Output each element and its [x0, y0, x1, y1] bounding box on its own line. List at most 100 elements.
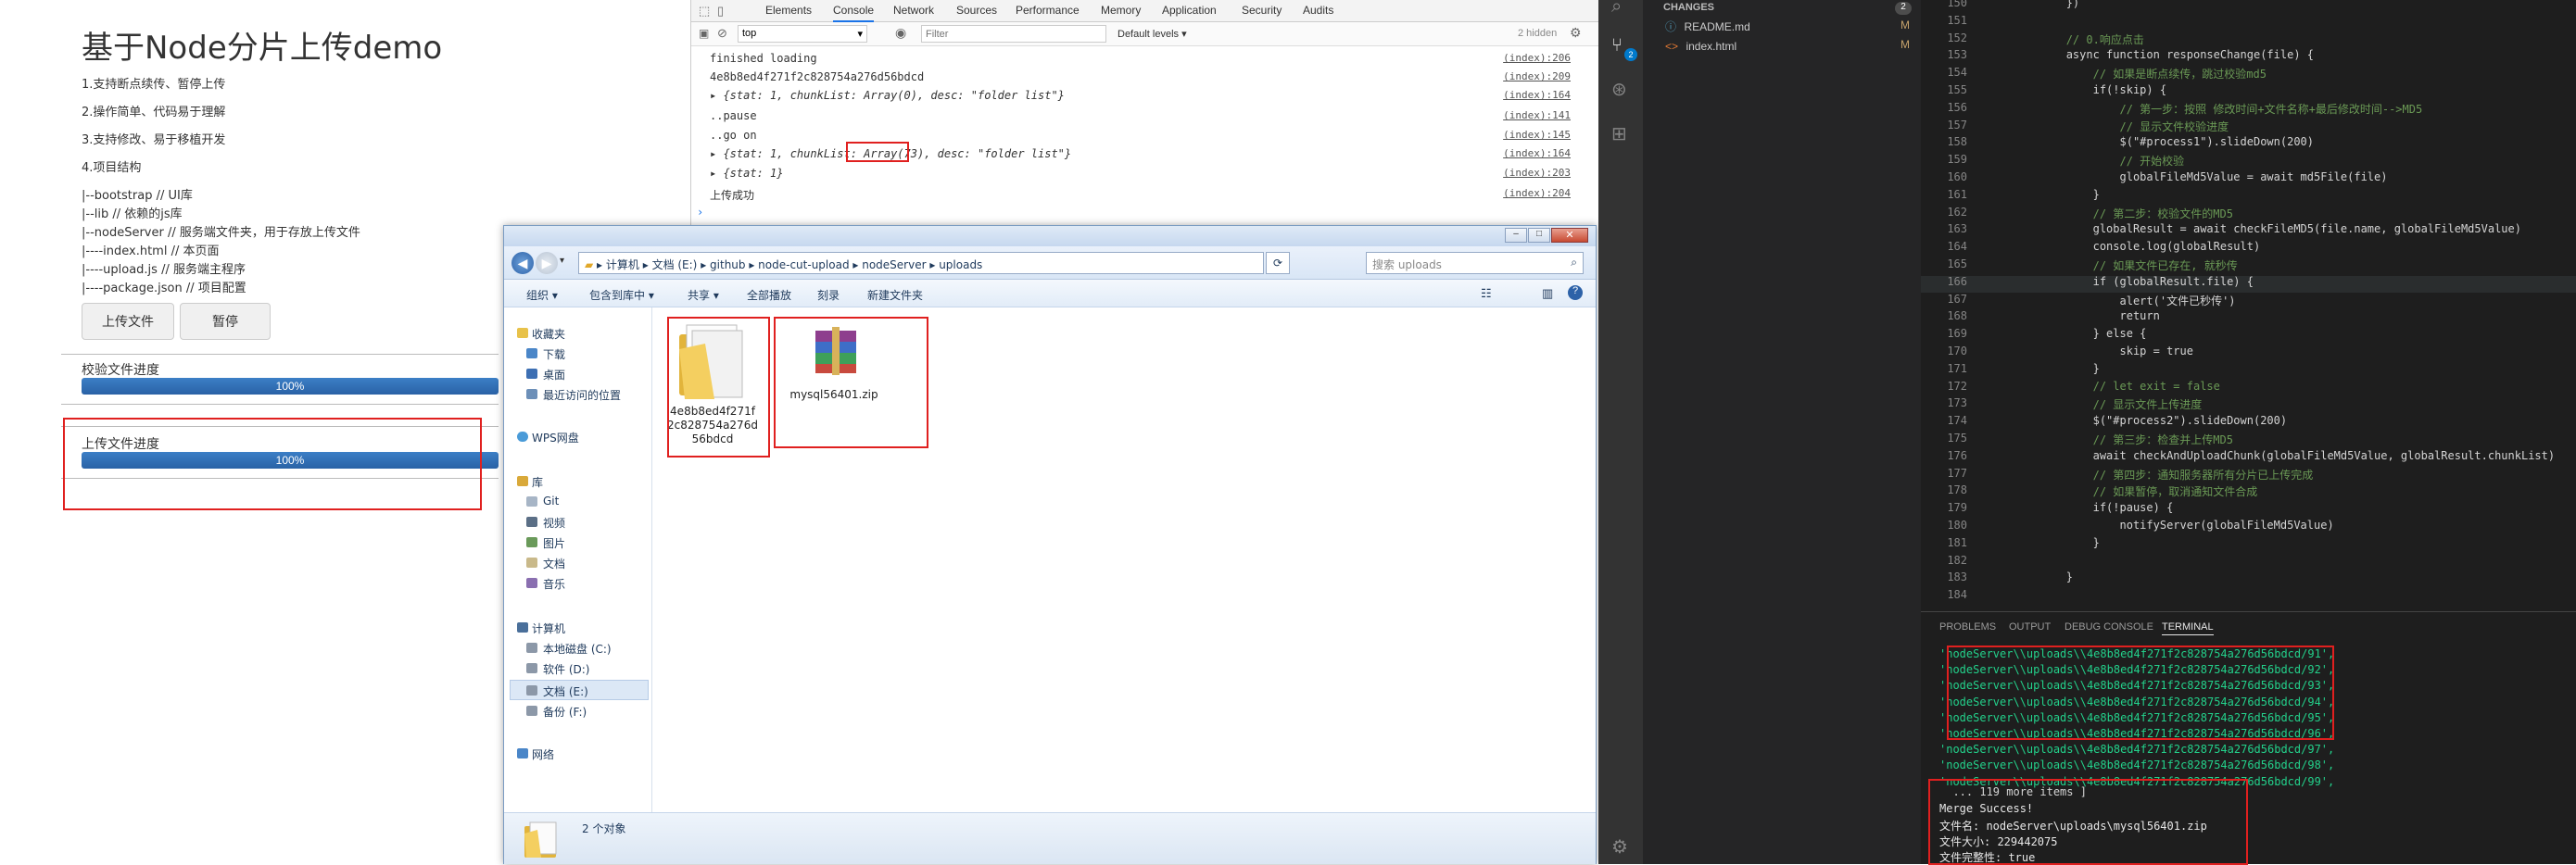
console-source-link[interactable]: (index):164	[1503, 147, 1571, 159]
context-select[interactable]: top ▾	[738, 25, 867, 43]
inspect-icon[interactable]: ⬚	[699, 4, 710, 19]
refresh-icon[interactable]: ⟳	[1266, 252, 1290, 274]
breadcrumb-item[interactable]: github	[710, 258, 745, 271]
feature-item: 3.支持修改、易于移植开发	[82, 133, 226, 147]
vscode-activity-bar: ⌕ ⑂ 2 ⊛ ⊞ ⚙	[1598, 0, 1643, 864]
nav-item-downloads[interactable]: 下载	[543, 346, 565, 362]
modified-status: M	[1900, 19, 1910, 31]
changes-header[interactable]: CHANGES	[1663, 2, 1714, 13]
console-line: 4e8b8ed4f271f2c828754a276d56bdcd	[710, 70, 925, 83]
nav-item-pictures[interactable]: 图片	[543, 535, 565, 551]
nav-item-computer[interactable]: 计算机	[532, 621, 565, 636]
pause-button[interactable]: 暂停	[180, 303, 271, 340]
console-source-link[interactable]: (index):204	[1503, 187, 1571, 199]
debug-icon[interactable]: ⊛	[1611, 78, 1627, 101]
feature-item: 4.项目结构	[82, 161, 142, 175]
tab-performance[interactable]: Performance	[1016, 4, 1080, 17]
console-source-link[interactable]: (index):203	[1503, 167, 1571, 179]
nav-item-wps-drive[interactable]: WPS网盘	[532, 430, 579, 445]
tab-sources[interactable]: Sources	[956, 4, 997, 17]
nav-item-drive-e[interactable]: 文档 (E:)	[543, 683, 588, 699]
line-number: 168	[1947, 309, 1967, 323]
tab-problems[interactable]: PROBLEMS	[1939, 621, 1996, 633]
tab-output[interactable]: OUTPUT	[2009, 621, 2051, 633]
upload-file-button[interactable]: 上传文件	[82, 303, 174, 340]
new-folder-button[interactable]: 新建文件夹	[867, 287, 923, 303]
back-icon[interactable]: ◀	[511, 252, 534, 274]
maximize-button[interactable]: □	[1528, 228, 1550, 243]
breadcrumb-item[interactable]: 文档 (E:)	[652, 258, 698, 271]
info-icon: ⓘ	[1665, 20, 1677, 33]
console-source-link[interactable]: (index):206	[1503, 52, 1571, 64]
code-line: }	[1986, 535, 2100, 549]
tab-audits[interactable]: Audits	[1303, 4, 1333, 17]
tab-debug-console[interactable]: DEBUG CONSOLE	[2065, 621, 2153, 633]
extensions-icon[interactable]: ⊞	[1611, 122, 1627, 145]
page-title: 基于Node分片上传demo	[82, 30, 443, 67]
nav-item-drive-c[interactable]: 本地磁盘 (C:)	[543, 641, 612, 657]
nav-item-desktop[interactable]: 桌面	[543, 367, 565, 382]
search-input[interactable]: 搜索 uploads ⌕	[1366, 252, 1584, 274]
breadcrumb-item[interactable]: 计算机	[606, 258, 639, 271]
tab-elements[interactable]: Elements	[765, 4, 812, 17]
verify-progress-label: 校验文件进度	[82, 363, 159, 378]
gear-icon[interactable]: ⚙	[1570, 25, 1582, 41]
console-source-link[interactable]: (index):141	[1503, 109, 1571, 121]
nav-item-libraries[interactable]: 库	[532, 474, 543, 490]
gear-icon[interactable]: ⚙	[1611, 835, 1628, 859]
minimize-button[interactable]: –	[1505, 228, 1527, 243]
console-source-link[interactable]: (index):145	[1503, 129, 1571, 141]
nav-item-videos[interactable]: 视频	[543, 515, 565, 531]
console-object-line[interactable]: ▸ {stat: 1, chunkList: Array(0), desc: "…	[710, 89, 1065, 102]
console-prompt[interactable]: ›	[697, 206, 703, 219]
divider	[61, 404, 499, 405]
organize-menu[interactable]: 组织 ▾	[526, 287, 558, 303]
nav-item-git[interactable]: Git	[543, 495, 559, 508]
console-source-link[interactable]: (index):164	[1503, 89, 1571, 101]
tab-terminal[interactable]: TERMINAL	[2162, 621, 2214, 635]
tab-security[interactable]: Security	[1242, 4, 1282, 17]
view-options-icon[interactable]: ☷	[1481, 286, 1492, 301]
close-button[interactable]: ✕	[1551, 228, 1588, 243]
nav-item-music[interactable]: 音乐	[543, 576, 565, 592]
console-source-link[interactable]: (index):209	[1503, 70, 1571, 82]
line-number: 161	[1947, 187, 1967, 201]
source-control-icon[interactable]: ⑂	[1611, 35, 1623, 56]
breadcrumb-item[interactable]: nodeServer	[862, 258, 926, 271]
tab-console[interactable]: Console	[833, 4, 875, 22]
console-object-line[interactable]: ▸ {stat: 1}	[710, 167, 783, 180]
forward-icon[interactable]: ▶	[536, 252, 558, 274]
preview-pane-icon[interactable]: ▥	[1542, 286, 1553, 301]
nav-item-drive-d[interactable]: 软件 (D:)	[543, 661, 589, 677]
breadcrumb[interactable]: ▰ ▸ 计算机 ▸ 文档 (E:) ▸ github ▸ node-cut-up…	[578, 252, 1264, 274]
tab-network[interactable]: Network	[893, 4, 934, 17]
include-in-library-menu[interactable]: 包含到库中 ▾	[589, 287, 654, 303]
eye-icon[interactable]: ◉	[895, 25, 906, 41]
tab-memory[interactable]: Memory	[1101, 4, 1141, 17]
console-filter-input[interactable]	[921, 25, 1106, 43]
share-menu[interactable]: 共享 ▾	[688, 287, 719, 303]
changed-file[interactable]: <> index.html M	[1665, 38, 1915, 56]
help-icon[interactable]: ?	[1568, 285, 1583, 300]
search-icon[interactable]: ⌕	[1611, 0, 1622, 18]
folder-icon: ▰	[585, 258, 594, 271]
log-levels-select[interactable]: Default levels ▾	[1118, 28, 1187, 40]
nav-item-drive-f[interactable]: 备份 (F:)	[543, 704, 587, 720]
cloud-icon	[517, 432, 528, 442]
drive-icon	[526, 643, 537, 653]
code-editor[interactable]: 150 }) 151 152 // 0.响应点击 153 async function…	[1921, 0, 2576, 611]
changed-file[interactable]: ⓘ README.md M	[1665, 19, 1915, 37]
clear-console-icon[interactable]: ⊘	[717, 26, 727, 41]
tab-application[interactable]: Application	[1162, 4, 1217, 17]
nav-item-recent[interactable]: 最近访问的位置	[543, 387, 621, 403]
history-chevron-icon[interactable]: ▾	[560, 256, 564, 266]
burn-button[interactable]: 刻录	[817, 287, 840, 303]
nav-item-network[interactable]: 网络	[532, 746, 554, 762]
breadcrumb-item[interactable]: uploads	[939, 258, 982, 271]
nav-item-favorites[interactable]: 收藏夹	[532, 326, 565, 342]
play-all-button[interactable]: 全部播放	[747, 287, 791, 303]
breadcrumb-item[interactable]: node-cut-upload	[758, 258, 849, 271]
sidebar-toggle-icon[interactable]: ▣	[699, 27, 709, 40]
nav-item-documents[interactable]: 文档	[543, 556, 565, 571]
device-icon[interactable]: ▯	[717, 4, 724, 19]
